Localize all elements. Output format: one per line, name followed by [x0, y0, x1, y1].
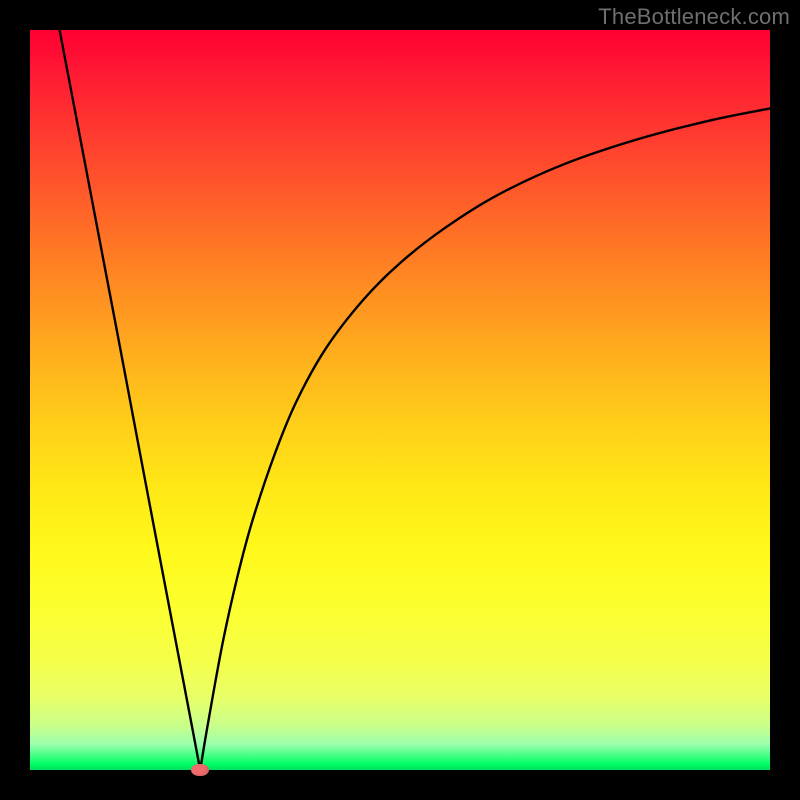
- plot-area: [30, 30, 770, 770]
- watermark-text: TheBottleneck.com: [598, 4, 790, 30]
- curve-path: [60, 30, 770, 770]
- minimum-marker: [191, 764, 209, 776]
- bottleneck-curve: [30, 30, 770, 770]
- chart-frame: TheBottleneck.com: [0, 0, 800, 800]
